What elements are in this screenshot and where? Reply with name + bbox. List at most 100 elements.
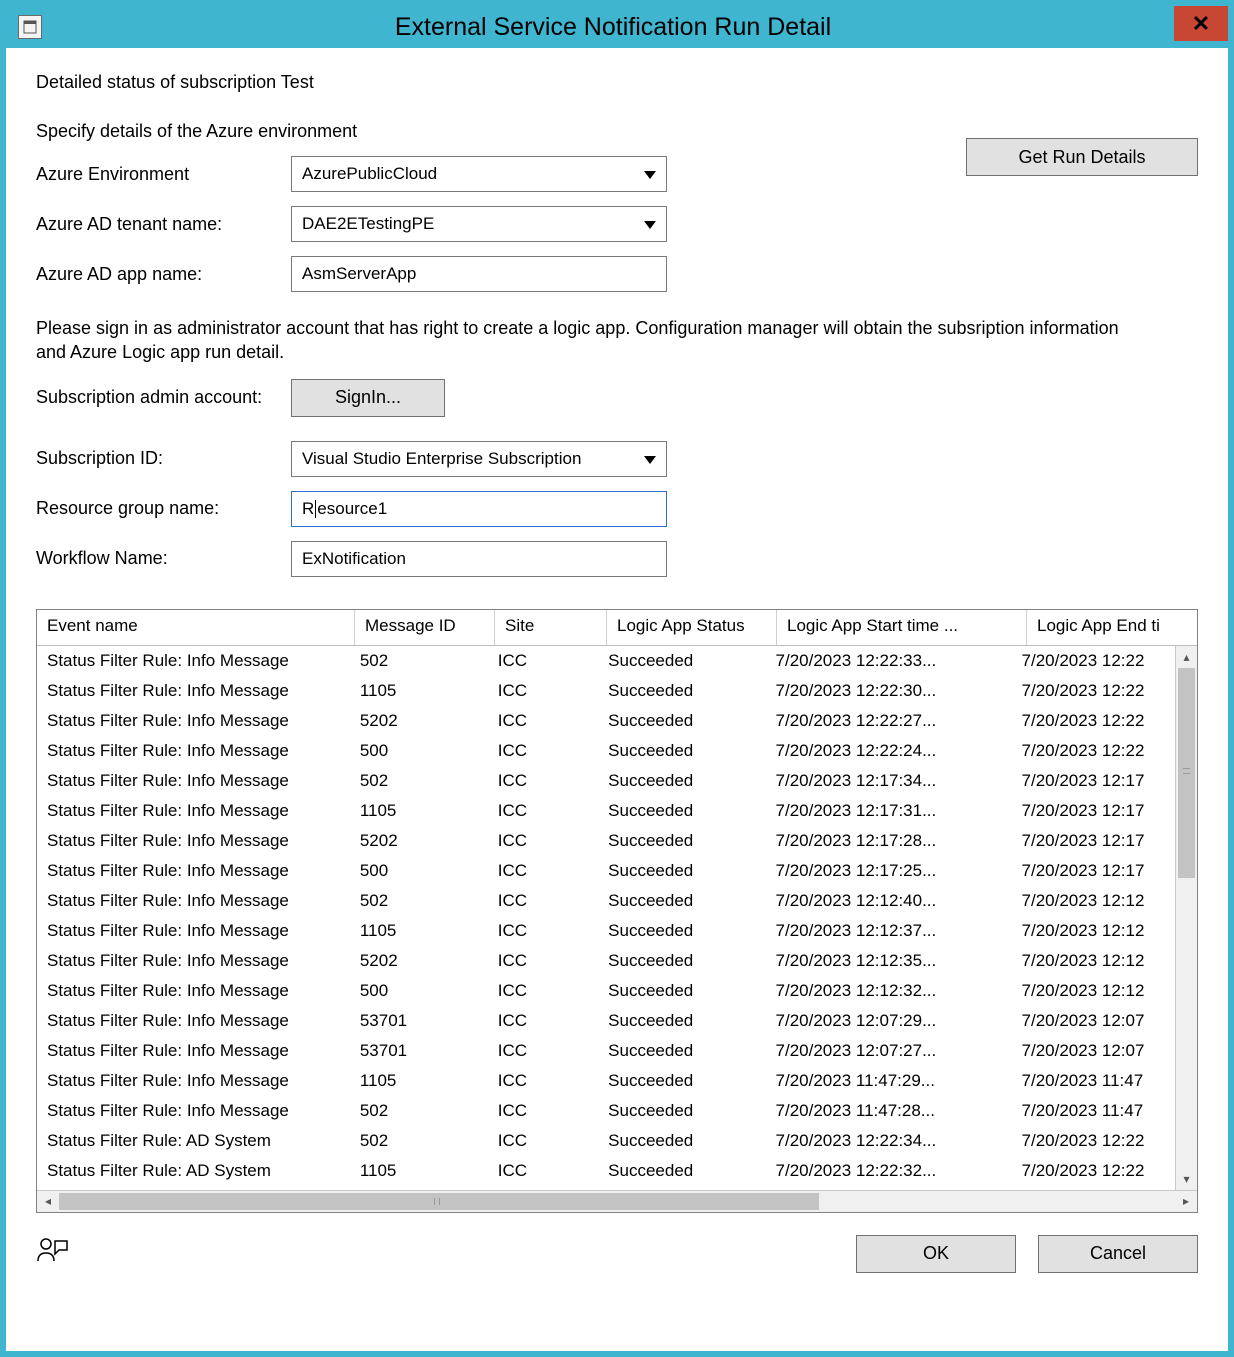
cell-event: Status Filter Rule: Info Message: [37, 891, 350, 911]
cell-msg: 502: [350, 771, 488, 791]
cell-start: 7/20/2023 12:22:34...: [766, 1131, 1012, 1151]
app-name-field[interactable]: AsmServerApp: [291, 256, 667, 292]
vscroll-track[interactable]: [1176, 668, 1197, 1168]
grid-body[interactable]: Status Filter Rule: Info Message502ICCSu…: [37, 646, 1175, 1190]
rg-value-pre: R: [302, 499, 314, 519]
scroll-down-icon[interactable]: ▾: [1176, 1168, 1197, 1190]
col-header-end-time[interactable]: Logic App End ti: [1027, 610, 1193, 645]
cell-site: ICC: [488, 651, 598, 671]
table-row[interactable]: Status Filter Rule: Info Message53701ICC…: [37, 1036, 1175, 1066]
cell-start: 7/20/2023 11:47:29...: [766, 1071, 1012, 1091]
col-header-start-time[interactable]: Logic App Start time ...: [777, 610, 1027, 645]
vertical-scrollbar[interactable]: ▴ ▾: [1175, 646, 1197, 1190]
azure-environment-select[interactable]: AzurePublicCloud: [291, 156, 667, 192]
table-row[interactable]: Status Filter Rule: Info Message502ICCSu…: [37, 646, 1175, 676]
table-row[interactable]: Status Filter Rule: AD System1105ICCSucc…: [37, 1156, 1175, 1186]
cell-msg: 502: [350, 1101, 488, 1121]
table-row[interactable]: Status Filter Rule: Info Message1105ICCS…: [37, 676, 1175, 706]
cell-status: Succeeded: [598, 891, 765, 911]
cell-site: ICC: [488, 771, 598, 791]
table-row[interactable]: Status Filter Rule: Info Message5202ICCS…: [37, 946, 1175, 976]
cell-start: 7/20/2023 12:12:32...: [766, 981, 1012, 1001]
cell-msg: 500: [350, 981, 488, 1001]
table-row[interactable]: Status Filter Rule: Info Message500ICCSu…: [37, 976, 1175, 1006]
cell-msg: 502: [350, 651, 488, 671]
cell-status: Succeeded: [598, 951, 765, 971]
cell-site: ICC: [488, 831, 598, 851]
cancel-button[interactable]: Cancel: [1038, 1235, 1198, 1273]
scroll-up-icon[interactable]: ▴: [1176, 646, 1197, 668]
cell-end: 7/20/2023 12:12: [1012, 981, 1175, 1001]
cell-msg: 1105: [350, 1071, 488, 1091]
cell-site: ICC: [488, 711, 598, 731]
table-row[interactable]: Status Filter Rule: Info Message1105ICCS…: [37, 1066, 1175, 1096]
cell-event: Status Filter Rule: AD System: [37, 1131, 350, 1151]
signin-button[interactable]: SignIn...: [291, 379, 445, 417]
cell-start: 7/20/2023 12:12:35...: [766, 951, 1012, 971]
subscription-id-label: Subscription ID:: [36, 448, 291, 469]
grid-header-row: Event name Message ID Site Logic App Sta…: [37, 610, 1197, 646]
cell-event: Status Filter Rule: Info Message: [37, 771, 350, 791]
azure-environment-label: Azure Environment: [36, 164, 291, 185]
run-detail-grid: Event name Message ID Site Logic App Sta…: [36, 609, 1198, 1213]
table-row[interactable]: Status Filter Rule: Info Message1105ICCS…: [37, 916, 1175, 946]
horizontal-scrollbar[interactable]: ◂ ▸: [37, 1190, 1197, 1212]
get-run-details-button[interactable]: Get Run Details: [966, 138, 1198, 176]
cell-msg: 500: [350, 861, 488, 881]
tenant-name-label: Azure AD tenant name:: [36, 214, 291, 235]
app-name-label: Azure AD app name:: [36, 264, 291, 285]
table-row[interactable]: Status Filter Rule: Info Message502ICCSu…: [37, 1096, 1175, 1126]
cell-end: 7/20/2023 12:17: [1012, 861, 1175, 881]
cell-status: Succeeded: [598, 651, 765, 671]
col-header-status[interactable]: Logic App Status: [607, 610, 777, 645]
close-button[interactable]: ✕: [1174, 6, 1228, 41]
table-row[interactable]: Status Filter Rule: Info Message500ICCSu…: [37, 856, 1175, 886]
cell-end: 7/20/2023 12:17: [1012, 831, 1175, 851]
scroll-left-icon[interactable]: ◂: [37, 1191, 59, 1212]
table-row[interactable]: Status Filter Rule: Info Message502ICCSu…: [37, 886, 1175, 916]
text-cursor-icon: [315, 500, 316, 518]
subscription-id-select[interactable]: Visual Studio Enterprise Subscription: [291, 441, 667, 477]
hscroll-thumb[interactable]: [59, 1193, 819, 1210]
cell-status: Succeeded: [598, 741, 765, 761]
cell-event: Status Filter Rule: Info Message: [37, 981, 350, 1001]
cell-start: 7/20/2023 12:07:29...: [766, 1011, 1012, 1031]
cell-msg: 53701: [350, 1011, 488, 1031]
cell-start: 7/20/2023 12:12:40...: [766, 891, 1012, 911]
cell-site: ICC: [488, 681, 598, 701]
cell-end: 7/20/2023 12:22: [1012, 681, 1175, 701]
table-row[interactable]: Status Filter Rule: AD System502ICCSucce…: [37, 1126, 1175, 1156]
scroll-right-icon[interactable]: ▸: [1175, 1191, 1197, 1212]
cell-start: 7/20/2023 12:22:24...: [766, 741, 1012, 761]
cell-status: Succeeded: [598, 1041, 765, 1061]
cell-start: 7/20/2023 12:22:27...: [766, 711, 1012, 731]
col-header-site[interactable]: Site: [495, 610, 607, 645]
hscroll-track[interactable]: [59, 1191, 1175, 1212]
vscroll-thumb[interactable]: [1178, 668, 1195, 878]
cell-status: Succeeded: [598, 921, 765, 941]
table-row[interactable]: Status Filter Rule: Info Message502ICCSu…: [37, 766, 1175, 796]
table-row[interactable]: Status Filter Rule: Info Message500ICCSu…: [37, 736, 1175, 766]
user-feedback-icon[interactable]: [36, 1235, 70, 1273]
col-header-message-id[interactable]: Message ID: [355, 610, 495, 645]
col-header-event[interactable]: Event name: [37, 610, 355, 645]
cell-msg: 5202: [350, 831, 488, 851]
cell-msg: 502: [350, 891, 488, 911]
ok-button[interactable]: OK: [856, 1235, 1016, 1273]
cell-status: Succeeded: [598, 1161, 765, 1181]
table-row[interactable]: Status Filter Rule: Info Message5202ICCS…: [37, 826, 1175, 856]
resource-group-input[interactable]: Resource1: [291, 491, 667, 527]
tenant-name-select[interactable]: DAE2ETestingPE: [291, 206, 667, 242]
table-row[interactable]: Status Filter Rule: Info Message5202ICCS…: [37, 706, 1175, 736]
cell-end: 7/20/2023 12:07: [1012, 1041, 1175, 1061]
cell-status: Succeeded: [598, 1071, 765, 1091]
cell-start: 7/20/2023 12:17:25...: [766, 861, 1012, 881]
workflow-name-input[interactable]: ExNotification: [291, 541, 667, 577]
cell-event: Status Filter Rule: AD System: [37, 1161, 350, 1181]
table-row[interactable]: Status Filter Rule: Info Message53701ICC…: [37, 1006, 1175, 1036]
cell-msg: 1105: [350, 801, 488, 821]
cell-event: Status Filter Rule: Info Message: [37, 861, 350, 881]
cell-event: Status Filter Rule: Info Message: [37, 1041, 350, 1061]
table-row[interactable]: Status Filter Rule: Info Message1105ICCS…: [37, 796, 1175, 826]
signin-note: Please sign in as administrator account …: [36, 316, 1146, 365]
